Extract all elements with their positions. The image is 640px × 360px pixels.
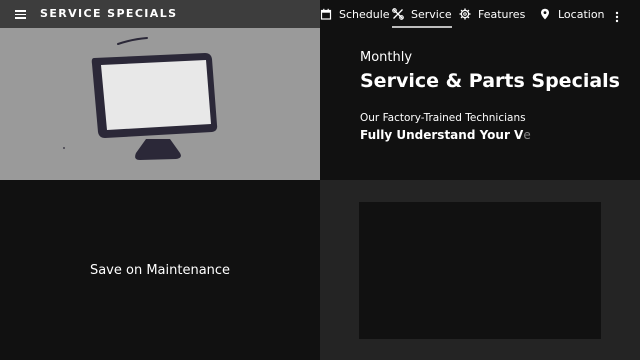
- hero-eyebrow: Monthly: [360, 50, 413, 65]
- nav-item-location[interactable]: Location: [539, 0, 605, 28]
- hero-subheading: Our Factory-Trained Technicians: [360, 112, 526, 124]
- hamburger-menu-icon[interactable]: [15, 8, 28, 20]
- promo-panel: [320, 180, 640, 360]
- promo-tile-label: Save on Maintenance: [89, 262, 231, 278]
- hero-image: [0, 28, 320, 180]
- nav-label-features: Features: [478, 7, 526, 21]
- page-title: SERVICE SPECIALS: [40, 7, 178, 20]
- hero-tagline-text: Fully Understand Your V: [360, 128, 524, 142]
- hero-text-panel: Monthly Service & Parts Specials Our Fac…: [320, 28, 640, 180]
- wrench-screwdriver-icon: [392, 8, 404, 20]
- hero-tagline: Fully Understand Your Ve: [360, 128, 531, 142]
- calendar-icon: [320, 8, 332, 20]
- nav-item-features[interactable]: Features: [459, 0, 525, 28]
- more-vertical-icon[interactable]: [612, 8, 622, 23]
- nav-label-location: Location: [558, 7, 605, 21]
- computer-monitor-icon: [63, 37, 218, 160]
- hero-tagline-fade: e: [523, 128, 531, 142]
- promo-card[interactable]: [359, 202, 601, 339]
- header-bar: SERVICE SPECIALS: [0, 0, 320, 28]
- top-nav: Schedule Service Features Location: [320, 0, 640, 28]
- map-pin-icon: [539, 8, 551, 20]
- gear-icon: [459, 8, 471, 20]
- nav-item-schedule[interactable]: Schedule: [320, 0, 390, 28]
- promo-tile-maintenance[interactable]: Save on Maintenance: [0, 180, 320, 360]
- nav-label-schedule: Schedule: [339, 7, 390, 21]
- nav-label-service: Service: [411, 7, 452, 21]
- page: SERVICE SPECIALS Schedule Service Featur…: [0, 0, 640, 360]
- hero-heading: Service & Parts Specials: [360, 70, 620, 92]
- nav-item-service[interactable]: Service: [392, 0, 452, 28]
